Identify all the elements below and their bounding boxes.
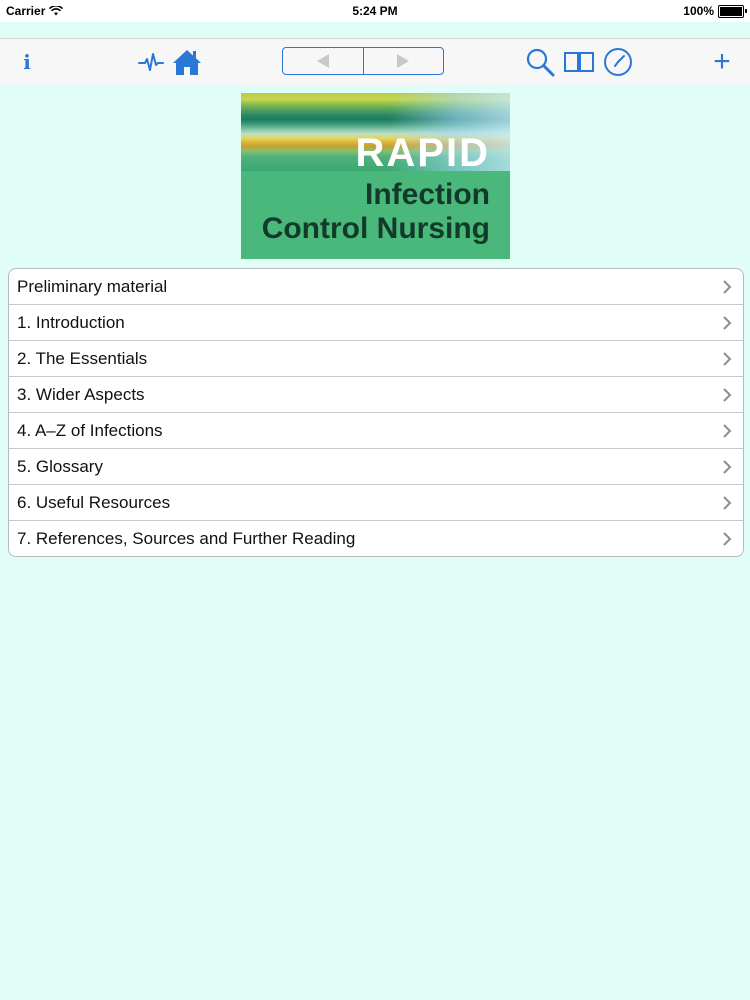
toc-item-label: Preliminary material <box>17 276 168 296</box>
toolbar: i + <box>0 38 750 85</box>
plus-icon: + <box>713 45 731 78</box>
toc-item-references[interactable]: 7. References, Sources and Further Readi… <box>9 520 743 556</box>
search-button[interactable] <box>524 39 556 85</box>
battery-icon <box>718 4 747 18</box>
chevron-right-icon <box>719 387 735 403</box>
chevron-right-icon <box>719 279 735 295</box>
toc-item-useful-resources[interactable]: 6. Useful Resources <box>9 484 743 520</box>
toc-item-label: 3. Wider Aspects <box>17 384 145 404</box>
clock-icon <box>604 48 632 76</box>
toc-item-introduction[interactable]: 1. Introduction <box>9 304 743 340</box>
cover-title-line-infection: Infection <box>365 178 490 211</box>
pulse-icon <box>138 53 164 71</box>
book-button[interactable] <box>562 39 596 85</box>
toc-item-glossary[interactable]: 5. Glossary <box>9 448 743 484</box>
battery-percent: 100% <box>683 4 714 18</box>
chevron-right-icon <box>719 351 735 367</box>
add-button[interactable]: + <box>708 39 736 85</box>
cover-title-rapid: RAPID <box>355 131 490 175</box>
toc-item-label: 6. Useful Resources <box>17 492 171 512</box>
back-arrow-icon <box>316 54 329 68</box>
table-of-contents: Preliminary material 1. Introduction 2. … <box>8 268 744 557</box>
toc-item-label: 7. References, Sources and Further Readi… <box>17 528 356 548</box>
toc-item-wider-aspects[interactable]: 3. Wider Aspects <box>9 376 743 412</box>
toc-item-label: 5. Glossary <box>17 456 103 476</box>
page-navigation-control <box>282 47 444 75</box>
cover-title-line-control-nursing: Control Nursing <box>261 212 490 245</box>
chevron-right-icon <box>719 495 735 511</box>
battery-indicator: 100% <box>683 4 747 18</box>
chevron-right-icon <box>719 531 735 547</box>
status-time: 5:24 PM <box>352 4 398 18</box>
toc-item-label: 2. The Essentials <box>17 348 148 368</box>
toc-item-a-z-of-infections[interactable]: 4. A–Z of Infections <box>9 412 743 448</box>
toc-item-preliminary-material[interactable]: Preliminary material <box>9 269 743 304</box>
pulse-button[interactable] <box>137 39 165 85</box>
toc-item-label: 4. A–Z of Infections <box>17 420 163 440</box>
toc-item-label: 1. Introduction <box>17 312 125 332</box>
chevron-right-icon <box>719 459 735 475</box>
history-button[interactable] <box>602 39 634 85</box>
book-icon <box>564 52 594 72</box>
info-button[interactable]: i <box>14 39 40 85</box>
back-button[interactable] <box>283 48 363 74</box>
forward-arrow-icon <box>397 54 410 68</box>
home-icon <box>173 50 201 75</box>
toc-item-the-essentials[interactable]: 2. The Essentials <box>9 340 743 376</box>
status-bar: Carrier 5:24 PM 100% <box>0 0 750 22</box>
search-icon <box>526 48 555 77</box>
book-cover: RAPID Infection Control Nursing <box>241 93 510 259</box>
chevron-right-icon <box>719 423 735 439</box>
home-button[interactable] <box>170 39 204 85</box>
chevron-right-icon <box>719 315 735 331</box>
info-icon: i <box>23 50 31 74</box>
forward-button[interactable] <box>362 48 444 74</box>
